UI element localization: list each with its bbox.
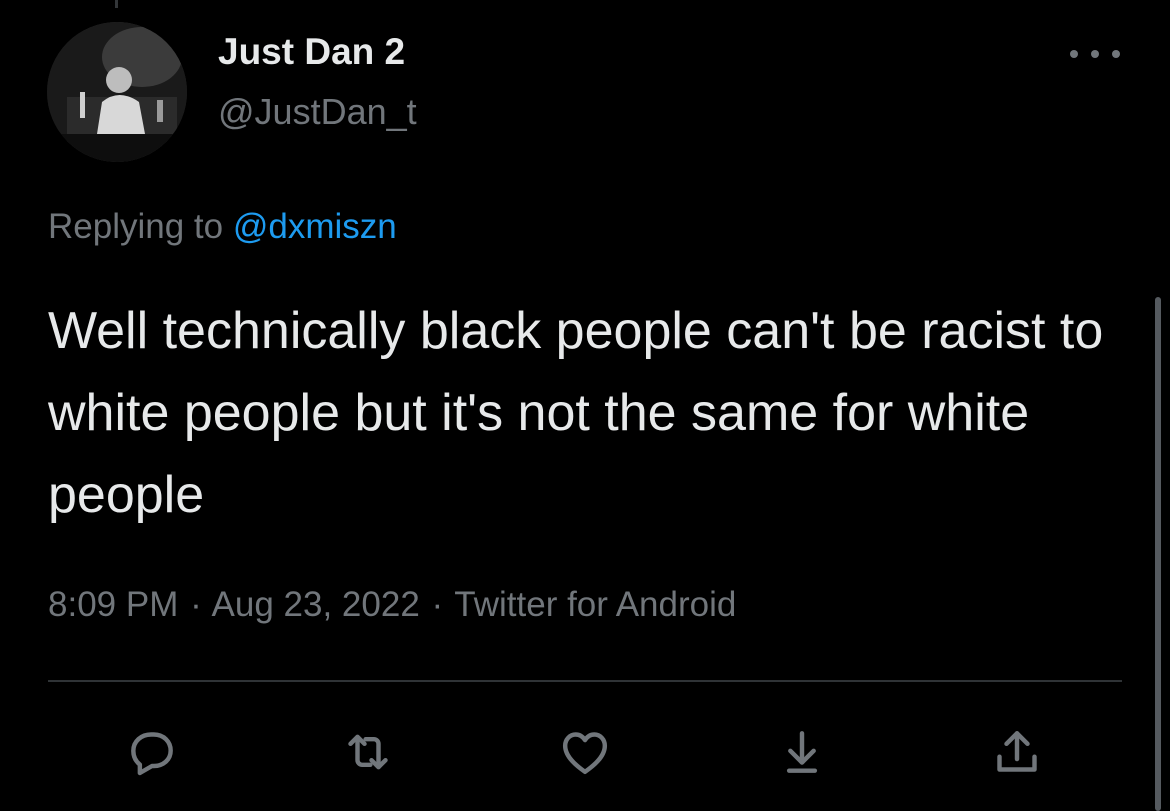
reply-button[interactable] xyxy=(120,720,184,784)
avatar[interactable] xyxy=(47,22,187,162)
tweet-source[interactable]: Twitter for Android xyxy=(454,585,736,624)
more-horizontal-icon-dot xyxy=(1091,50,1099,58)
tweet-time[interactable]: 8:09 PM xyxy=(48,585,178,624)
replying-to: Replying to @dxmiszn xyxy=(48,205,397,249)
retweet-icon xyxy=(348,734,388,770)
download-arrow-icon xyxy=(786,731,818,773)
avatar-image xyxy=(47,22,187,162)
tweet-date[interactable]: Aug 23, 2022 xyxy=(212,585,420,624)
meta-separator: · xyxy=(190,585,202,624)
scrollbar[interactable] xyxy=(1155,297,1161,811)
tweet-metadata: 8:09 PM · Aug 23, 2022 · Twitter for And… xyxy=(48,580,736,630)
display-name[interactable]: Just Dan 2 xyxy=(218,30,405,74)
bookmark-button[interactable] xyxy=(770,720,834,784)
share-icon xyxy=(997,731,1037,772)
thread-line xyxy=(115,0,118,8)
share-button[interactable] xyxy=(985,720,1049,784)
replying-to-label: Replying to xyxy=(48,207,224,246)
more-horizontal-icon xyxy=(1070,50,1078,58)
reply-mention-link[interactable]: @dxmiszn xyxy=(233,207,397,246)
retweet-button[interactable] xyxy=(336,720,400,784)
user-handle[interactable]: @JustDan_t xyxy=(218,90,417,134)
more-horizontal-icon-dot xyxy=(1112,50,1120,58)
more-options-button[interactable] xyxy=(1070,36,1120,72)
meta-separator: · xyxy=(431,585,444,624)
tweet-text: Well technically black people can't be r… xyxy=(48,302,1104,524)
divider xyxy=(48,680,1122,682)
reply-icon xyxy=(131,732,173,776)
like-button[interactable] xyxy=(553,720,617,784)
like-icon xyxy=(562,732,608,775)
